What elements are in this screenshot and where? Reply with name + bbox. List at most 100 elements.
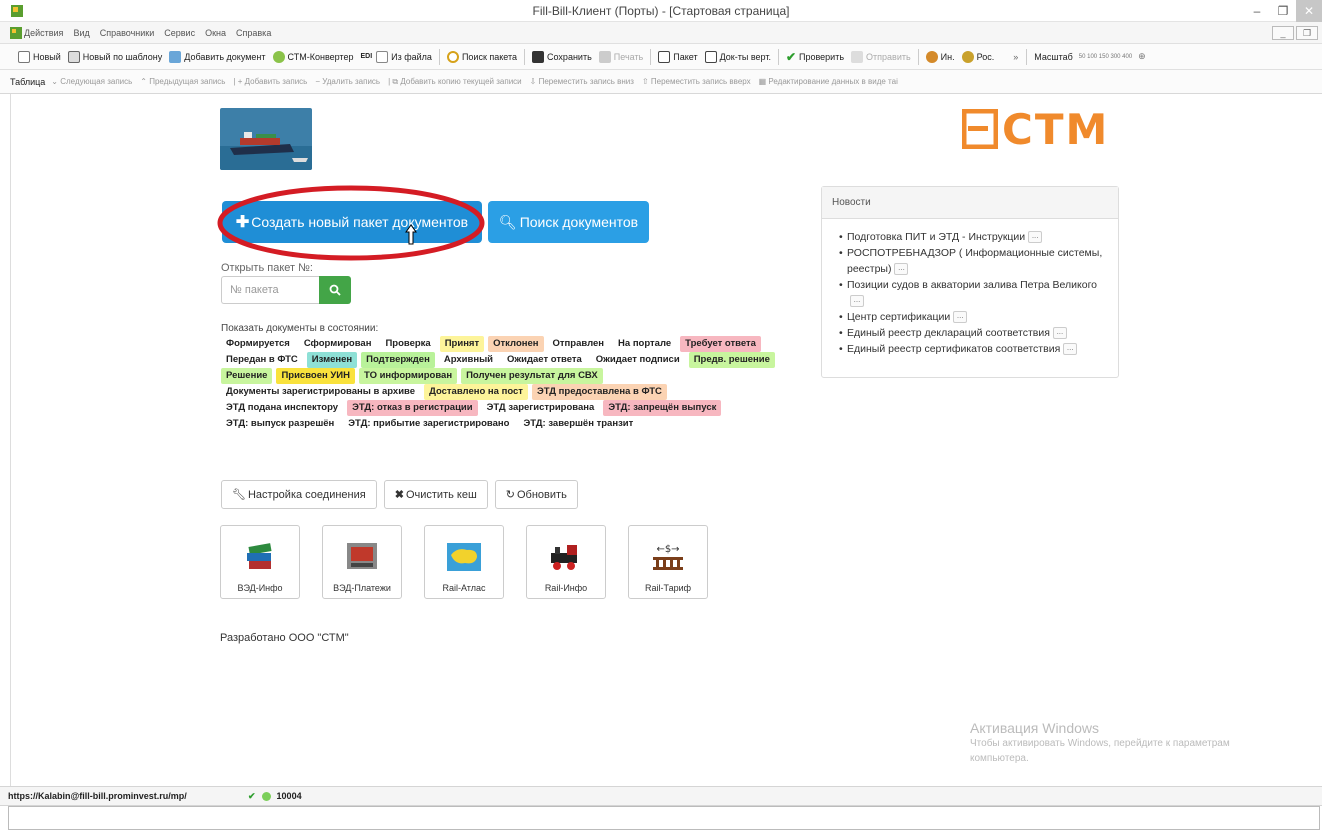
wrench-icon: 🔧︎ [232,489,246,501]
doc-restore-button[interactable]: ❐ [1296,26,1318,40]
state-filter-badge[interactable]: Получен результат для СВХ [461,368,603,384]
app-rail-info[interactable]: Rail-Инфо [526,525,606,599]
overflow-chevron-icon[interactable]: » [1013,52,1018,62]
clear-cache-button[interactable]: ✖ Очистить кеш [383,480,488,509]
stm-converter-button[interactable]: СТМ-Конвертер [272,50,353,63]
state-filter-badge[interactable]: Передан в ФТС [221,352,303,368]
main-toolbar: Новый Новый по шаблону Добавить документ… [0,44,1322,70]
open-package-button[interactable] [319,276,351,304]
package-button[interactable]: Пакет [658,50,698,63]
close-button[interactable]: ✕ [1296,0,1322,22]
menu-actions[interactable]: Действия [24,28,63,38]
add-record-button[interactable]: | + Добавить запись [233,77,307,86]
state-filter-badge[interactable]: Изменен [306,352,358,368]
state-filter-badge[interactable]: ЭТД: прибытие зарегистрировано [343,416,514,432]
menu-references[interactable]: Справочники [100,28,155,38]
menu-windows[interactable]: Окна [205,28,226,38]
menu-view[interactable]: Вид [73,28,89,38]
more-button[interactable]: ... [1063,343,1078,356]
state-filter-badge[interactable]: ЭТД: завершён транзит [518,416,638,432]
from-file-button[interactable]: EDI Из файла [360,50,432,63]
add-document-button[interactable]: Добавить документ [169,50,266,63]
toolbar-separator [1026,48,1028,65]
print-button[interactable]: Печать [598,50,643,63]
move-up-button[interactable]: ⇧ Переместить запись вверх [642,77,751,86]
states-label: Показать документы в состоянии: [221,323,379,334]
refresh-button[interactable]: ↻ Обновить [494,480,578,509]
menu-service[interactable]: Сервис [164,28,195,38]
russia-button[interactable]: Рос. [961,50,994,63]
edit-as-table-button[interactable]: ▦ Редактирование данных в виде таі [759,77,898,86]
state-filter-badge[interactable]: На портале [613,336,676,352]
more-button[interactable]: ... [1028,231,1043,244]
state-filter-badge[interactable]: Предв. решение [688,352,775,368]
app-ved-payments[interactable]: ВЭД-Платежи [322,525,402,599]
state-filter-badge[interactable]: Присвоен УИН [276,368,355,384]
news-item[interactable]: Позиции судов в акватории залива Петра В… [839,277,1108,309]
toolbar-separator [650,48,652,65]
state-filter-badge[interactable]: ЭТД: выпуск разрешён [221,416,339,432]
app-rail-tariff[interactable]: ←$→ Rail-Тариф [628,525,708,599]
state-filter-badge[interactable]: Проверка [380,336,435,352]
state-filter-badge[interactable]: ТО информирован [359,368,458,384]
state-filter-badge[interactable]: ЭТД: отказ в регистрации [347,400,478,416]
state-filter-badge[interactable]: Требует ответа [680,336,761,352]
state-filter-badge[interactable]: Решение [221,368,273,384]
save-button[interactable]: Сохранить [532,50,592,63]
menu-help[interactable]: Справка [236,28,271,38]
app-rail-atlas[interactable]: Rail-Атлас [424,525,504,599]
state-filter-badge[interactable]: ЭТД предоставлена в ФТС [531,384,667,400]
zoom-levels[interactable]: 50 100 150 300 400 [1079,54,1132,60]
menu-bar: Действия Вид Справочники Сервис Окна Спр… [0,22,1322,44]
check-button[interactable]: ✔ Проверить [786,50,844,64]
state-filter-badge[interactable]: Отклонен [488,336,544,352]
news-item[interactable]: Подготовка ПИТ и ЭТД - Инструкции... [839,229,1108,245]
locomotive-icon [551,545,577,570]
news-item[interactable]: Единый реестр сертификатов соответствия.… [839,341,1108,357]
state-filter-badge[interactable]: Доставлено на пост [424,384,528,400]
state-filter-badge[interactable]: Сформирован [299,336,377,352]
app-ved-info[interactable]: ВЭД-Инфо [220,525,300,599]
more-button[interactable]: ... [953,311,968,324]
connection-settings-button[interactable]: 🔧︎ Настройка соединения [221,480,377,509]
news-item[interactable]: РОСПОТРЕБНАДЗОР ( Информационные системы… [839,245,1108,277]
zoom-icon[interactable]: ⊕ [1138,51,1146,62]
news-item[interactable]: Центр сертификации... [839,309,1108,325]
table-toolbar: Таблица ⌄ Следующая запись ⌃ Предыдущая … [0,70,1322,94]
search-documents-button[interactable]: 🔍︎ Поиск документов [488,201,649,243]
news-title: Новости [822,187,1118,219]
state-filter-list: Формируется Сформирован Проверка Принят Откл… [221,336,791,432]
state-filter-badge[interactable]: Ожидает ответа [502,352,587,368]
doc-minimize-button[interactable]: _ [1272,26,1294,40]
docs-vertical-button[interactable]: Док-ты верт. [704,50,771,63]
prev-record-button[interactable]: ⌃ Предыдущая запись [140,77,225,86]
mouse-cursor-icon [405,224,417,245]
restore-button[interactable]: ❐ [1270,0,1296,22]
more-button[interactable]: ... [894,263,909,276]
move-down-button[interactable]: ⇩ Переместить запись вниз [530,77,634,86]
news-item[interactable]: Единый реестр деклараций соответствия... [839,325,1108,341]
state-filter-badge[interactable]: Принят [439,336,485,352]
more-button[interactable]: ... [1052,327,1067,340]
next-record-button[interactable]: ⌄ Следующая запись [51,77,132,86]
state-filter-badge[interactable]: ЭТД зарегистрирована [482,400,600,416]
new-from-template-button[interactable]: Новый по шаблону [67,50,162,63]
minimize-button[interactable]: – [1244,0,1270,22]
state-filter-badge[interactable]: ЭТД: запрещён выпуск [603,400,722,416]
state-filter-badge[interactable]: Формируется [221,336,295,352]
state-filter-badge[interactable]: Архивный [439,352,498,368]
state-filter-badge[interactable]: Документы зарегистрированы в архиве [221,384,420,400]
state-filter-badge[interactable]: Ожидает подписи [591,352,685,368]
refresh-icon: ↻ [505,489,515,501]
delete-record-button[interactable]: − Удалить запись [315,77,380,86]
state-filter-badge[interactable]: Подтвержден [361,352,435,368]
copy-record-button[interactable]: | ⧉ Добавить копию текущей записи [388,77,522,87]
search-package-button[interactable]: Поиск пакета [446,50,517,63]
foreign-button[interactable]: Ин. [925,50,955,63]
state-filter-badge[interactable]: ЭТД подана инспектору [221,400,343,416]
package-number-input[interactable]: № пакета [221,276,319,304]
new-button[interactable]: Новый [18,50,61,63]
send-button[interactable]: Отправить [851,50,911,63]
more-button[interactable]: ... [850,295,864,308]
state-filter-badge[interactable]: Отправлен [548,336,610,352]
